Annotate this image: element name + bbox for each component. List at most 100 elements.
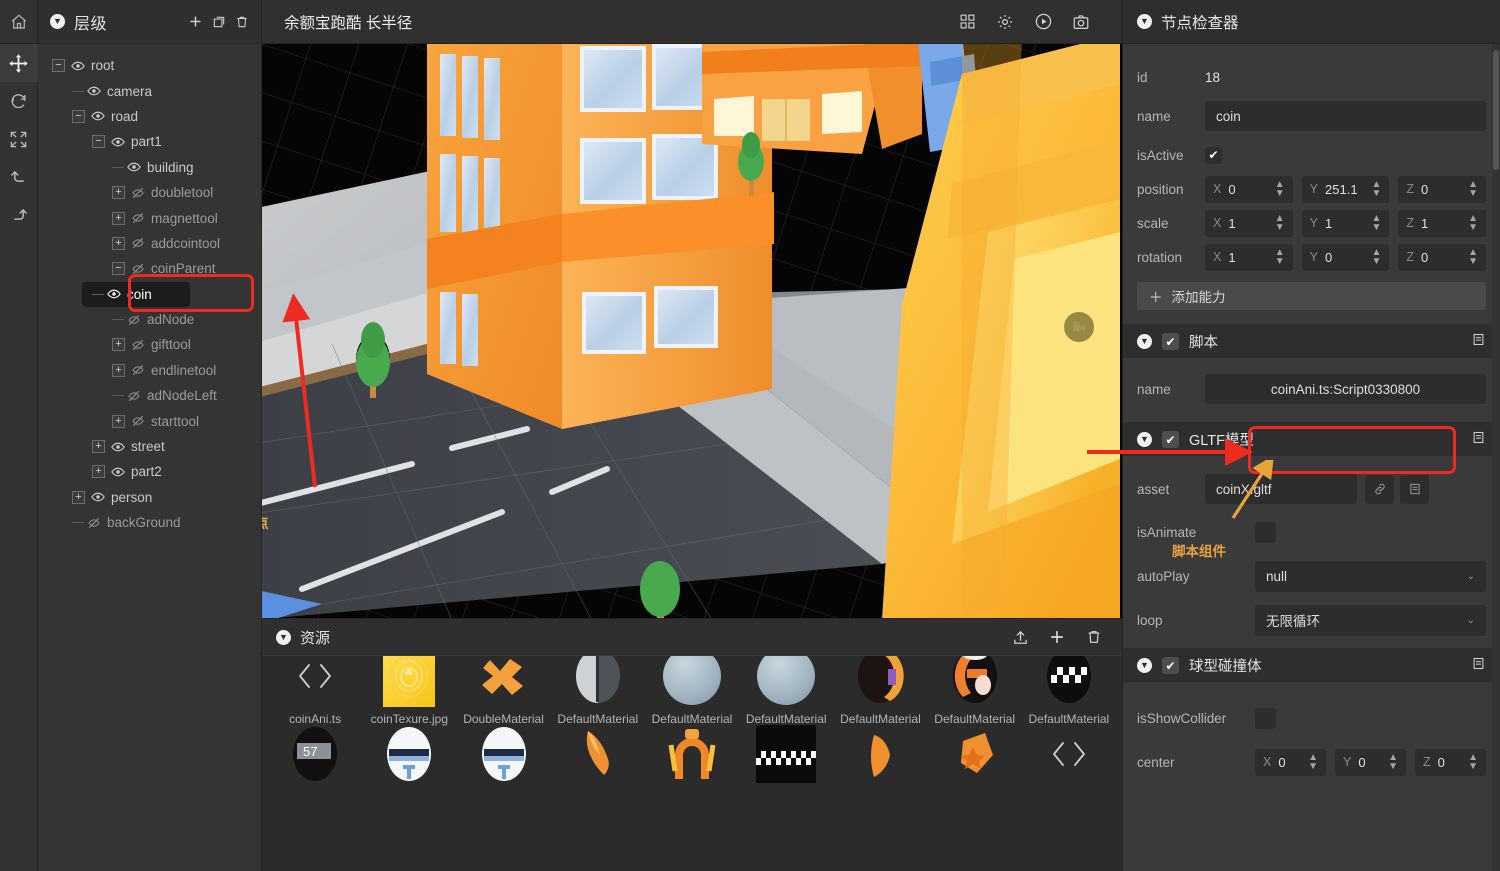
asset-item[interactable] [928,722,1022,790]
asset-item[interactable]: DefaultMaterial [1022,656,1116,726]
settings-gear-icon[interactable] [986,3,1024,41]
assets-collapse-chevron-icon[interactable]: ▼ [276,630,291,645]
add-node-button[interactable] [188,14,203,29]
expand-toggle-icon[interactable]: + [92,465,105,478]
center-x-input[interactable]: X 0 ▲▼ [1255,749,1326,776]
scale-tool-icon[interactable] [0,120,38,158]
hierarchy-node-doubletool[interactable]: +doubletool [38,180,261,205]
delete-asset-button[interactable] [1080,623,1108,651]
stepper-icon[interactable]: ▲▼ [1468,753,1478,771]
asset-link-icon[interactable] [1365,475,1394,504]
expand-toggle-icon[interactable]: + [72,491,85,504]
stepper-icon[interactable]: ▲▼ [1388,753,1398,771]
undo-icon[interactable] [0,158,38,196]
asset-item[interactable]: DefaultMaterial [833,656,927,726]
expand-toggle-icon[interactable]: + [112,186,125,199]
collapse-chevron-icon[interactable]: ▼ [50,14,65,29]
asset-item[interactable]: DefaultMaterial [928,656,1022,726]
hierarchy-node-adnodeleft[interactable]: adNodeLeft [38,383,261,408]
rotation-y-input[interactable]: Y 0 ▲▼ [1302,244,1390,271]
upload-asset-button[interactable] [1006,623,1034,651]
add-ability-button[interactable]: ＋ 添加能力 [1137,282,1486,310]
hierarchy-node-addcointool[interactable]: +addcointool [38,231,261,256]
script-collapse-chevron-icon[interactable]: ▼ [1137,334,1152,349]
hierarchy-node-starttool[interactable]: +starttool [38,408,261,433]
name-input[interactable]: coin [1205,101,1486,131]
asset-item[interactable] [551,722,645,790]
expand-toggle-icon[interactable]: + [112,212,125,225]
duplicate-node-button[interactable] [212,15,226,29]
inspector-scrollbar[interactable] [1492,44,1500,871]
collapse-toggle-icon[interactable]: − [112,262,125,275]
layout-grid-icon[interactable] [948,3,986,41]
assets-grid[interactable]: adX.gltfaddCoinMaterialad.tsbuildingRun.… [262,656,1122,871]
visibility-eye-off-icon[interactable] [131,236,145,250]
delete-node-button[interactable] [235,15,249,29]
collider-section-header[interactable]: ▼ ✔ 球型碰撞体 [1123,649,1500,682]
stepper-icon[interactable]: ▲▼ [1371,214,1381,232]
collapse-toggle-icon[interactable]: − [92,135,105,148]
isshowcollider-checkbox[interactable] [1255,708,1276,729]
expand-toggle-icon[interactable]: + [112,415,125,428]
asset-item[interactable]: DefaultMaterial [739,656,833,726]
hierarchy-node-building[interactable]: building [38,155,261,180]
script-enabled-checkbox[interactable]: ✔ [1162,333,1179,350]
position-y-input[interactable]: Y 251.1 ▲▼ [1302,176,1390,203]
stepper-icon[interactable]: ▲▼ [1275,214,1285,232]
stepper-icon[interactable]: ▲▼ [1275,248,1285,266]
visibility-eye-icon[interactable] [111,135,125,149]
visibility-eye-off-icon[interactable] [131,186,145,200]
collider-collapse-chevron-icon[interactable]: ▼ [1137,658,1152,673]
stepper-icon[interactable]: ▲▼ [1468,248,1478,266]
hierarchy-node-gifttool[interactable]: +gifttool [38,332,261,357]
scale-y-input[interactable]: Y 1 ▲▼ [1302,210,1390,237]
isanimate-checkbox[interactable] [1255,522,1276,543]
hierarchy-node-coin[interactable]: coin [82,282,190,307]
play-icon[interactable] [1024,3,1062,41]
asset-item[interactable]: DefaultMaterial [551,656,645,726]
hierarchy-node-coinparent[interactable]: −coinParent [38,256,261,281]
collapse-toggle-icon[interactable]: − [52,59,65,72]
scale-x-input[interactable]: X 1 ▲▼ [1205,210,1293,237]
position-z-input[interactable]: Z 0 ▲▼ [1398,176,1486,203]
asset-item[interactable] [456,722,550,790]
hierarchy-node-road[interactable]: −road [38,104,261,129]
visibility-eye-off-icon[interactable] [131,338,145,352]
screenshot-camera-icon[interactable] [1062,3,1100,41]
asset-item[interactable] [739,722,833,790]
loop-select[interactable]: 无限循环 ⌄ [1255,605,1486,636]
stepper-icon[interactable]: ▲▼ [1308,753,1318,771]
rotation-x-input[interactable]: X 1 ▲▼ [1205,244,1293,271]
visibility-eye-icon[interactable] [111,440,125,454]
hierarchy-node-endlinetool[interactable]: +endlinetool [38,358,261,383]
visibility-eye-off-icon[interactable] [127,389,141,403]
center-y-input[interactable]: Y 0 ▲▼ [1335,749,1406,776]
collapse-toggle-icon[interactable]: − [72,110,85,123]
position-x-input[interactable]: X 0 ▲▼ [1205,176,1293,203]
hierarchy-node-part1[interactable]: −part1 [38,129,261,154]
visibility-eye-off-icon[interactable] [131,211,145,225]
asset-item[interactable]: DefaultMaterial [645,656,739,726]
hierarchy-node-adnode[interactable]: adNode [38,307,261,332]
center-z-input[interactable]: Z 0 ▲▼ [1415,749,1486,776]
hierarchy-node-magnettool[interactable]: +magnettool [38,205,261,230]
rotation-z-input[interactable]: Z 0 ▲▼ [1398,244,1486,271]
script-name-input[interactable]: coinAni.ts:Script0330800 [1205,374,1486,404]
visibility-eye-off-icon[interactable] [87,516,101,530]
visibility-eye-icon[interactable] [91,490,105,504]
hierarchy-node-background[interactable]: backGround [38,510,261,535]
inspector-scrollbar-thumb[interactable] [1493,50,1499,170]
asset-item[interactable]: 57 [268,722,362,790]
asset-item[interactable]: DoubleMaterial [456,656,550,726]
expand-toggle-icon[interactable]: + [92,440,105,453]
stepper-icon[interactable]: ▲▼ [1468,214,1478,232]
visibility-eye-off-icon[interactable] [131,262,145,276]
hierarchy-tree[interactable]: −rootcamera−road−part1building+doubletoo… [38,44,261,871]
asset-item[interactable]: coinAni.ts [268,656,362,726]
hierarchy-node-camera[interactable]: camera [38,78,261,103]
asset-item[interactable]: coinTexure.jpg [362,656,456,726]
visibility-eye-icon[interactable] [111,465,125,479]
rotate-tool-icon[interactable] [0,82,38,120]
expand-toggle-icon[interactable]: + [112,237,125,250]
scale-z-input[interactable]: Z 1 ▲▼ [1398,210,1486,237]
